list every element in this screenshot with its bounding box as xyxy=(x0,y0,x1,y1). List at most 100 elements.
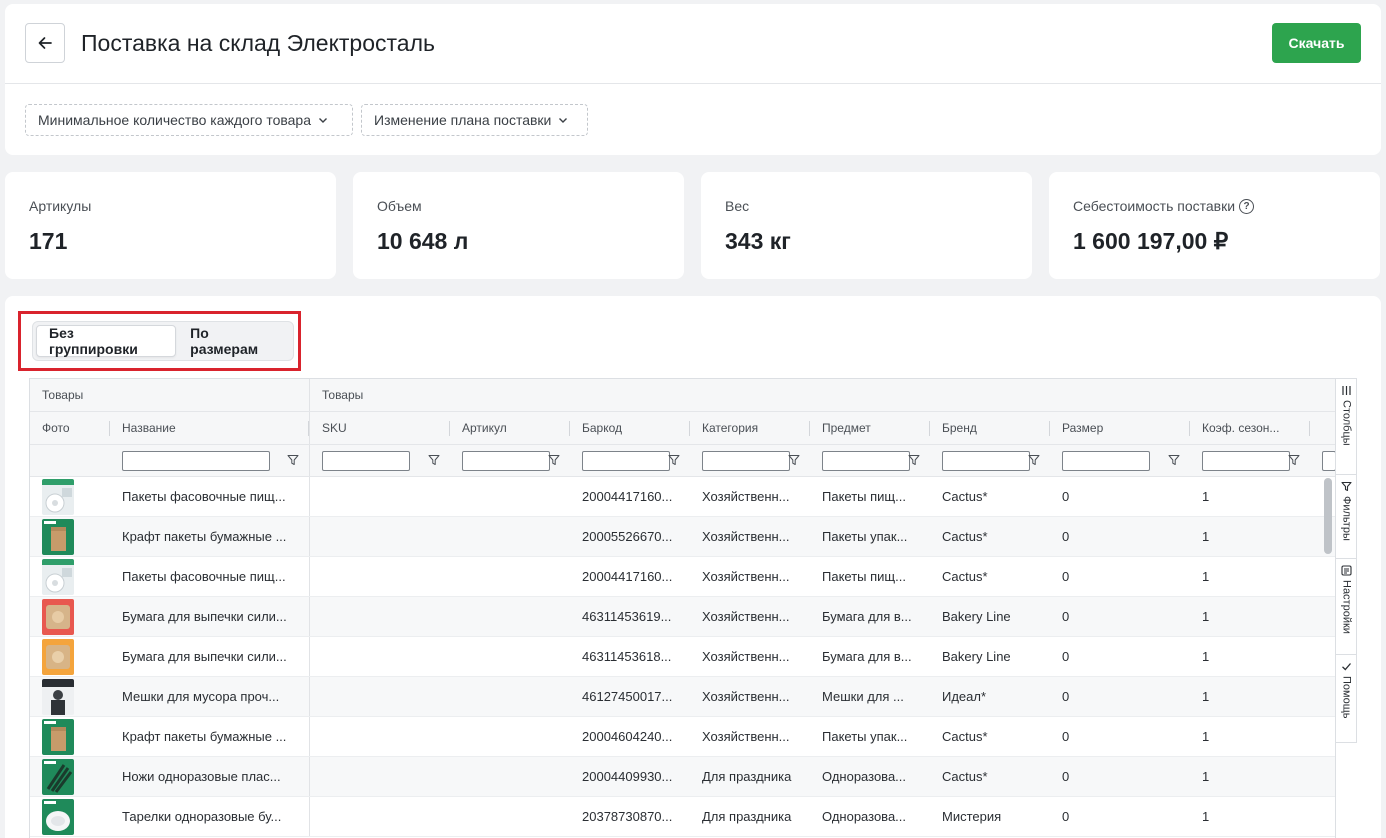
column-size-filter-input[interactable] xyxy=(1062,450,1150,471)
cell-subject[interactable]: Одноразова... xyxy=(810,757,930,796)
cell-brand[interactable]: Cactus* xyxy=(930,517,1050,556)
product-thumbnail[interactable] xyxy=(42,798,74,835)
column-size-header[interactable]: Размер xyxy=(1050,412,1190,444)
column-brand-header[interactable]: Бренд xyxy=(930,412,1050,444)
cell-subject[interactable]: Мешки для ... xyxy=(810,677,930,716)
filter-icon[interactable] xyxy=(548,454,560,466)
filter-icon[interactable] xyxy=(668,454,680,466)
column-subject-header[interactable]: Предмет xyxy=(810,412,930,444)
product-thumbnail[interactable] xyxy=(42,718,74,755)
table-row[interactable]: Крафт пакеты бумажные ... 20005526670... Х… xyxy=(30,517,1335,557)
column-barcode-filter-input[interactable] xyxy=(582,450,670,471)
cell-name[interactable]: Крафт пакеты бумажные ... xyxy=(110,717,310,756)
column-article-header[interactable]: Артикул xyxy=(450,412,570,444)
cell-brand[interactable]: Cactus* xyxy=(930,477,1050,516)
product-thumbnail[interactable] xyxy=(42,678,74,715)
column-name-header[interactable]: Название xyxy=(110,412,310,444)
column-barcode-header[interactable]: Баркод xyxy=(570,412,690,444)
chevron-down-icon xyxy=(319,118,327,123)
table-row[interactable]: Крафт пакеты бумажные ... 20004604240... Х… xyxy=(30,717,1335,757)
product-thumbnail[interactable] xyxy=(42,558,74,595)
filter-icon[interactable] xyxy=(428,454,440,466)
product-photo-cell xyxy=(30,677,110,716)
cell-brand[interactable]: Bakery Line xyxy=(930,637,1050,676)
filter-icon[interactable] xyxy=(788,454,800,466)
cell-name[interactable]: Бумага для выпечки сили... xyxy=(110,637,310,676)
filter-icon[interactable] xyxy=(287,454,299,466)
back-button[interactable] xyxy=(25,23,65,63)
column-sku-header[interactable]: SKU xyxy=(310,412,450,444)
header-divider xyxy=(5,83,1381,84)
cell-brand[interactable]: Cactus* xyxy=(930,557,1050,596)
filter-icon[interactable] xyxy=(1288,454,1300,466)
cell-name[interactable]: Пакеты фасовочные пищ... xyxy=(110,557,310,596)
product-thumbnail[interactable] xyxy=(42,598,74,635)
product-thumbnail[interactable] xyxy=(42,478,74,515)
column-group-header: Товары xyxy=(322,388,364,402)
product-thumbnail[interactable] xyxy=(42,638,74,675)
cell-subject[interactable]: Бумага для в... xyxy=(810,637,930,676)
cell-barcode: 20004417160... xyxy=(582,489,673,504)
column-barcode-filter-cell xyxy=(570,445,690,476)
cell-subject[interactable]: Пакеты пищ... xyxy=(810,557,930,596)
cell-subject[interactable]: Пакеты упак... xyxy=(810,717,930,756)
help-icon[interactable]: ? xyxy=(1239,198,1255,214)
table-row[interactable]: Бумага для выпечки сили... 46311453619...… xyxy=(30,597,1335,637)
metric-label: Артикулы xyxy=(29,198,92,214)
grouping-option-sizes[interactable]: По размерам xyxy=(178,325,290,357)
table-row[interactable]: Тарелки одноразовые бу... 20378730870... Д… xyxy=(30,797,1335,837)
column-category-header[interactable]: Категория xyxy=(690,412,810,444)
column-season-coef-header[interactable]: Коэф. сезон... xyxy=(1190,412,1310,444)
cell-name[interactable]: Тарелки одноразовые бу... xyxy=(110,797,310,836)
grouping-option-none[interactable]: Без группировки xyxy=(36,325,177,357)
product-thumbnail[interactable] xyxy=(42,518,74,555)
side-tab-filters[interactable]: Фильтры xyxy=(1336,475,1357,559)
side-tab-columns[interactable]: Столбцы xyxy=(1336,379,1357,475)
supply-plan-dropdown[interactable]: Изменение плана поставки xyxy=(361,104,588,136)
column-brand-filter-input[interactable] xyxy=(942,450,1030,471)
table-row[interactable]: Пакеты фасовочные пищ... 20004417160... Хо… xyxy=(30,557,1335,597)
column-name-filter-input[interactable] xyxy=(122,450,270,471)
metric-value: 1 600 197,00 ₽ xyxy=(1073,228,1229,254)
filter-icon[interactable] xyxy=(1028,454,1040,466)
scrollbar-thumb[interactable] xyxy=(1324,478,1332,554)
cell-brand[interactable]: Bakery Line xyxy=(930,597,1050,636)
table-row[interactable]: Ножи одноразовые плас... 20004409930... Дл… xyxy=(30,757,1335,797)
cell-name[interactable]: Бумага для выпечки сили... xyxy=(110,597,310,636)
side-tab-help[interactable]: Помощь xyxy=(1336,655,1357,744)
product-thumbnail[interactable] xyxy=(42,758,74,795)
column-sku-filter-input[interactable] xyxy=(322,450,410,471)
download-button[interactable]: Скачать xyxy=(1272,23,1361,63)
cell-brand[interactable]: Идеал* xyxy=(930,677,1050,716)
table-row[interactable]: Пакеты фасовочные пищ... 20004417160... Хо… xyxy=(30,477,1335,517)
table-row[interactable]: Мешки для мусора проч... 46127450017... Хо… xyxy=(30,677,1335,717)
column-photo-header[interactable]: Фото xyxy=(30,412,110,444)
cell-subject[interactable]: Пакеты пищ... xyxy=(810,477,930,516)
metric-label: Себестоимость поставки ? xyxy=(1073,198,1255,214)
cell-brand[interactable]: Cactus* xyxy=(930,757,1050,796)
cell-name[interactable]: Ножи одноразовые плас... xyxy=(110,757,310,796)
cell-subject[interactable]: Бумага для в... xyxy=(810,597,930,636)
column-category-filter-input[interactable] xyxy=(702,450,790,471)
cell-brand[interactable]: Cactus* xyxy=(930,717,1050,756)
cell-name[interactable]: Крафт пакеты бумажные ... xyxy=(110,517,310,556)
filter-icon[interactable] xyxy=(1168,454,1180,466)
cell-brand[interactable]: Мистерия xyxy=(930,797,1050,836)
cell-article xyxy=(450,597,570,636)
column-article-filter-input[interactable] xyxy=(462,450,550,471)
min-quantity-dropdown[interactable]: Минимальное количество каждого товара xyxy=(25,104,353,136)
dropdown-label: Минимальное количество каждого товара xyxy=(38,112,311,128)
cell-subject[interactable]: Пакеты упак... xyxy=(810,517,930,556)
filter-icon[interactable] xyxy=(908,454,920,466)
metric-label: Объем xyxy=(377,198,422,214)
table-row[interactable]: Бумага для выпечки сили... 46311453618...… xyxy=(30,637,1335,677)
side-tab-settings[interactable]: Настройки xyxy=(1336,559,1357,655)
column-subject-filter-input[interactable] xyxy=(822,450,910,471)
column-season-coef-filter-input[interactable] xyxy=(1202,450,1290,471)
cell-name[interactable]: Пакеты фасовочные пищ... xyxy=(110,477,310,516)
overflow-filter-input[interactable] xyxy=(1322,450,1335,471)
cell-name[interactable]: Мешки для мусора проч... xyxy=(110,677,310,716)
cell-size: 0 xyxy=(1062,489,1070,504)
cell-size: 0 xyxy=(1062,529,1070,544)
cell-subject[interactable]: Одноразова... xyxy=(810,797,930,836)
